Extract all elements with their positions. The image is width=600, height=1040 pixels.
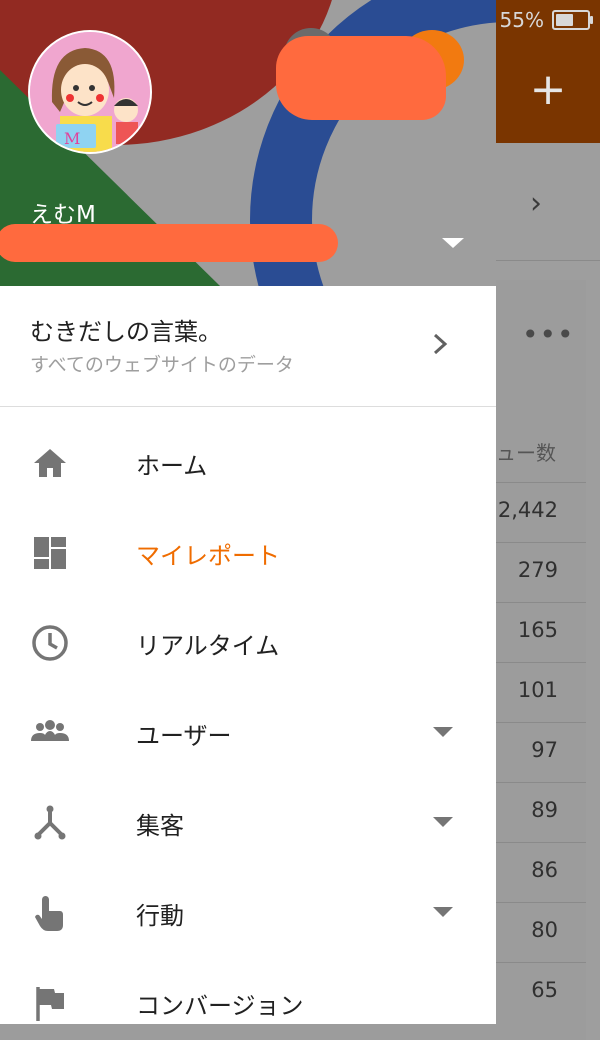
dashboard-icon xyxy=(34,537,66,569)
menu-item-label: ホーム xyxy=(136,452,208,480)
background-value: 279 xyxy=(517,558,558,582)
background-value: 65 xyxy=(531,978,558,1002)
row-divider xyxy=(496,602,586,603)
row-divider xyxy=(496,482,586,483)
menu-item-label: コンバージョン xyxy=(136,992,304,1020)
menu-item-label: 行動 xyxy=(136,902,184,930)
property-selector[interactable]: むきだしの言葉。 すべてのウェブサイトのデータ xyxy=(0,286,496,407)
background-value: 80 xyxy=(531,918,558,942)
flag-icon xyxy=(36,987,64,1021)
menu-item-label: ユーザー xyxy=(136,722,232,750)
background-value: 2,442 xyxy=(497,498,558,522)
background-value: 97 xyxy=(531,738,558,762)
background-value: 165 xyxy=(517,618,558,642)
add-icon[interactable]: + xyxy=(528,68,568,112)
battery-icon xyxy=(552,10,593,30)
status-bar: 55% xyxy=(499,8,593,32)
row-divider xyxy=(496,902,586,903)
menu-item[interactable]: マイレポート xyxy=(0,508,496,598)
menu-item[interactable]: 集客 xyxy=(0,778,496,868)
touch-icon xyxy=(35,896,63,931)
column-header: ュー数 xyxy=(496,441,556,465)
background-value: 101 xyxy=(517,678,558,702)
chevron-right-icon xyxy=(433,333,448,355)
row-divider xyxy=(496,662,586,663)
row-divider xyxy=(496,542,586,543)
more-options-icon[interactable]: ••• xyxy=(522,318,575,351)
clock-icon xyxy=(32,625,68,661)
navigation-drawer: M えむM むきだしの言葉。 すべてのウェブサイトのデータ ホームマイレポートリ… xyxy=(0,0,496,1024)
property-name: むきだしの言葉。 xyxy=(30,318,222,346)
menu-item-label: マイレポート xyxy=(136,542,280,570)
chevron-down-icon[interactable] xyxy=(432,906,454,918)
account-dropdown-icon[interactable] xyxy=(440,236,466,250)
background-chevron-right-icon[interactable]: › xyxy=(530,186,542,221)
svg-text:M: M xyxy=(64,129,80,148)
menu-item[interactable]: リアルタイム xyxy=(0,598,496,688)
menu-item[interactable]: コンバージョン xyxy=(0,958,496,1024)
chevron-down-icon[interactable] xyxy=(432,816,454,828)
redaction-mark xyxy=(0,224,338,262)
background-value: 86 xyxy=(531,858,558,882)
battery-percent: 55% xyxy=(499,8,544,32)
people-icon xyxy=(31,720,69,741)
avatar[interactable]: M xyxy=(28,30,152,154)
row-divider xyxy=(496,782,586,783)
menu-item-label: リアルタイム xyxy=(136,632,280,660)
menu-item-label: 集客 xyxy=(136,812,184,840)
row-divider xyxy=(496,722,586,723)
row-divider xyxy=(496,842,586,843)
menu-item[interactable]: ユーザー xyxy=(0,688,496,778)
redaction-mark xyxy=(276,36,446,120)
merge-icon xyxy=(34,805,66,840)
home-icon xyxy=(34,449,66,477)
background-value: 89 xyxy=(531,798,558,822)
menu-item[interactable]: 行動 xyxy=(0,868,496,958)
chevron-down-icon[interactable] xyxy=(432,726,454,738)
account-header: M えむM xyxy=(0,0,496,286)
property-view: すべてのウェブサイトのデータ xyxy=(30,354,294,376)
menu-item[interactable]: ホーム xyxy=(0,418,496,508)
row-divider xyxy=(496,962,586,963)
